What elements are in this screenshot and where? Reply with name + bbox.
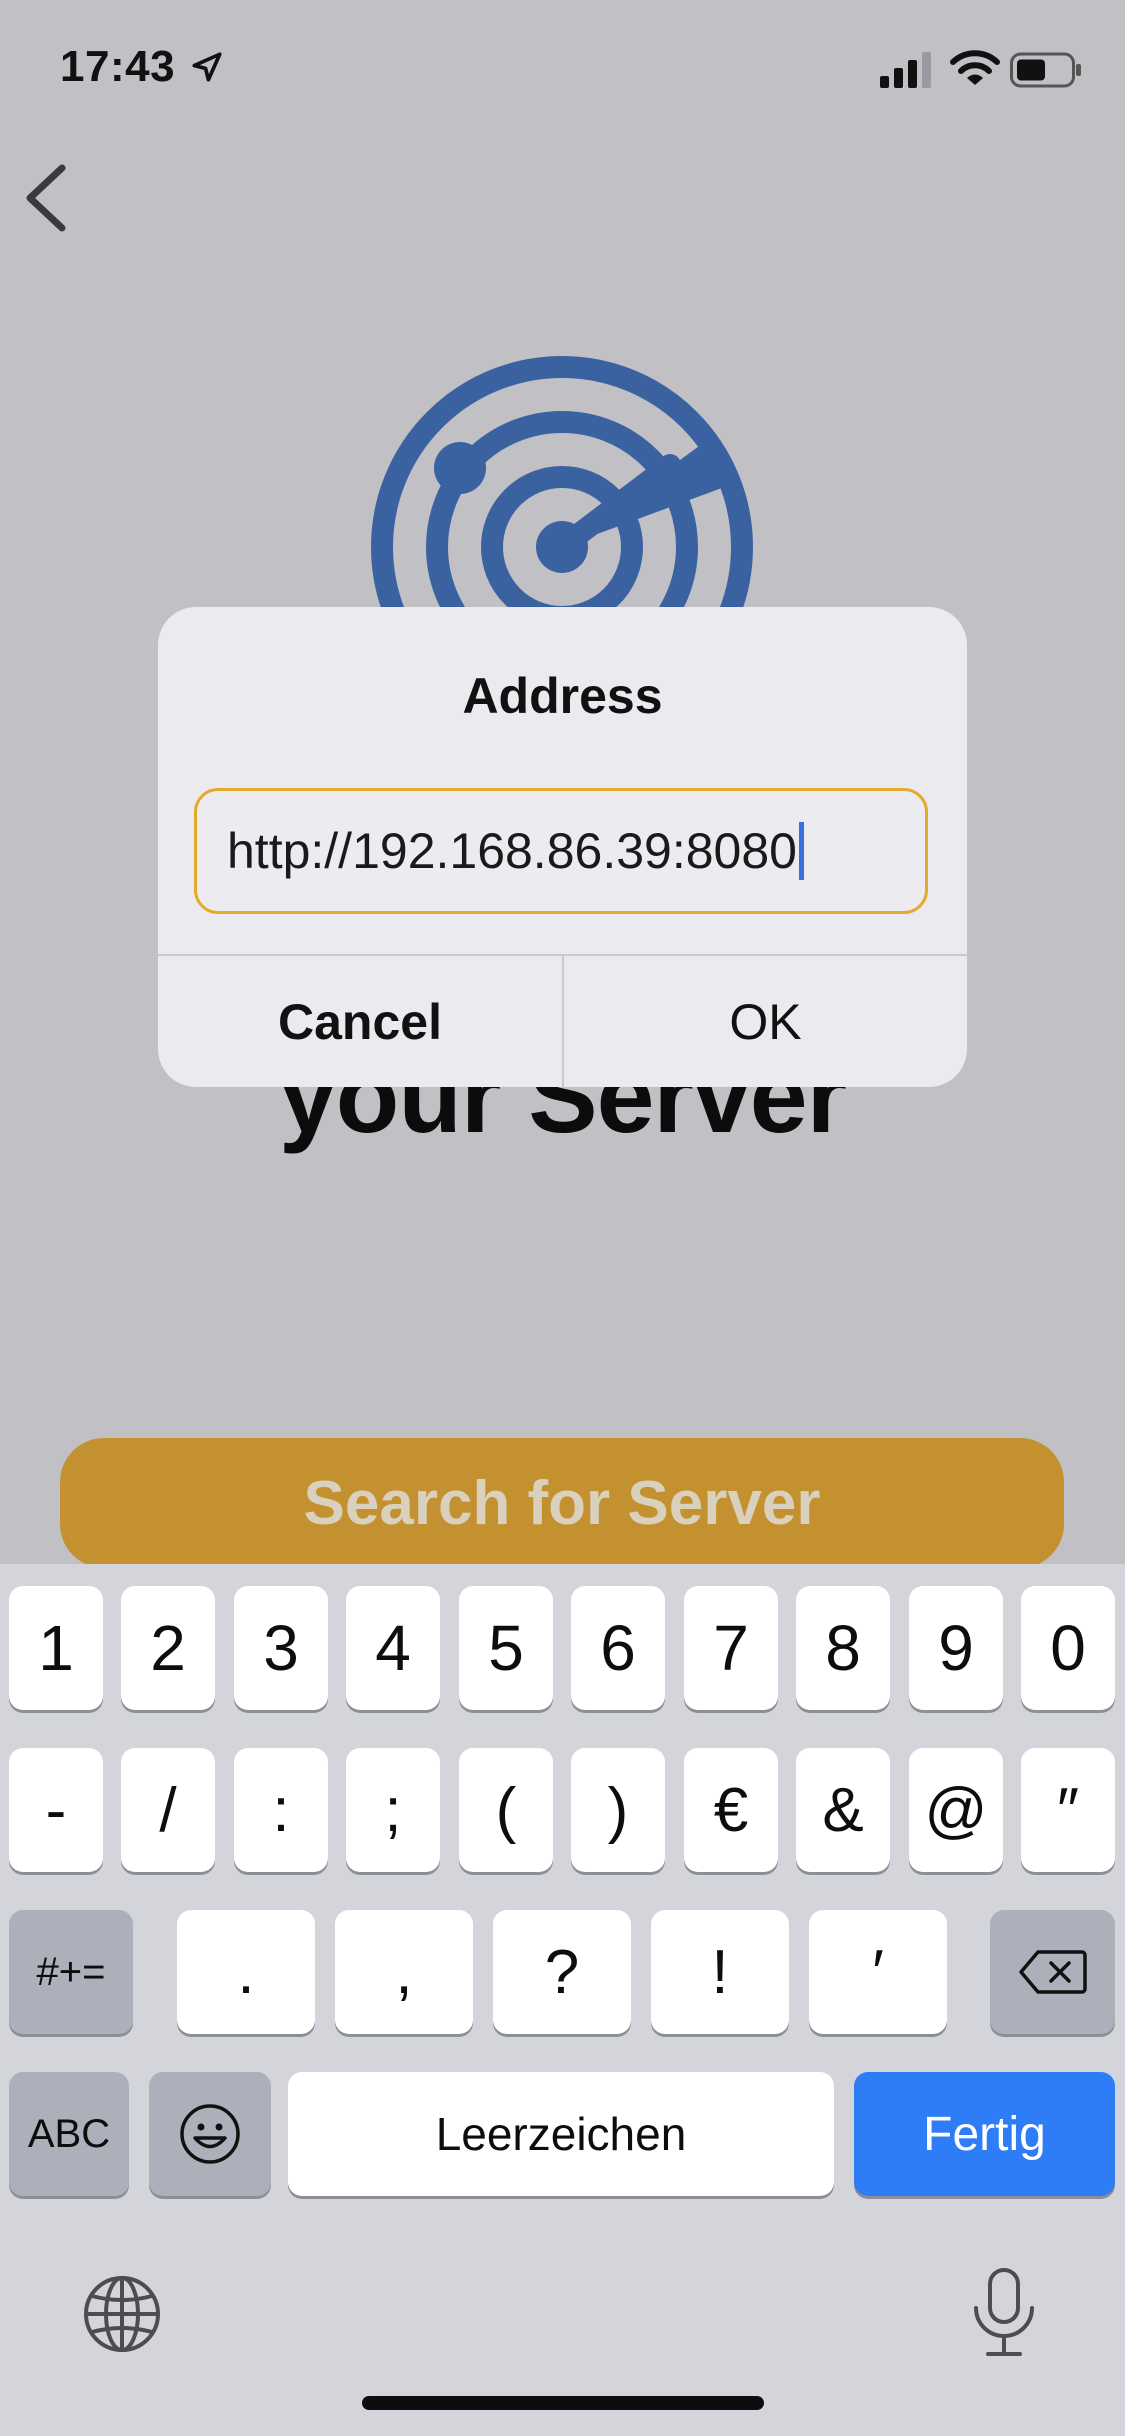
alert-title: Address: [462, 668, 663, 724]
status-time: 17:43: [60, 42, 176, 91]
key-apostrophe[interactable]: ′: [809, 1910, 947, 2034]
globe-icon[interactable]: [82, 2274, 162, 2354]
key-ampersand[interactable]: &: [796, 1748, 890, 1872]
key-exclamation[interactable]: !: [651, 1910, 789, 2034]
battery-icon: [1010, 52, 1081, 88]
key-close-paren[interactable]: ): [571, 1748, 665, 1872]
done-key[interactable]: Fertig: [854, 2072, 1115, 2196]
emoji-key[interactable]: [149, 2072, 271, 2196]
emoji-icon: [180, 2104, 240, 2164]
delete-icon: [1018, 1950, 1087, 1994]
key-0[interactable]: 0: [1021, 1586, 1115, 1710]
key-9[interactable]: 9: [909, 1586, 1003, 1710]
key-at[interactable]: @: [909, 1748, 1003, 1872]
keyboard: 1 2 3 4 5 6 7 8 9 0 - / : ; ( ) € & @ ″ …: [0, 1564, 1125, 2436]
key-colon[interactable]: :: [234, 1748, 328, 1872]
key-open-paren[interactable]: (: [459, 1748, 553, 1872]
search-for-server-button[interactable]: Search for Server: [60, 1438, 1064, 1568]
symbols-key[interactable]: #+=: [9, 1910, 133, 2034]
key-period[interactable]: .: [177, 1910, 315, 2034]
key-question[interactable]: ?: [493, 1910, 631, 2034]
home-indicator[interactable]: [362, 2396, 764, 2410]
key-6[interactable]: 6: [571, 1586, 665, 1710]
address-input[interactable]: http://192.168.86.39:8080: [194, 788, 928, 914]
address-alert: Address http://192.168.86.39:8080 Cancel…: [158, 607, 967, 1087]
microphone-icon[interactable]: [968, 2266, 1040, 2360]
key-euro[interactable]: €: [684, 1748, 778, 1872]
key-2[interactable]: 2: [121, 1586, 215, 1710]
location-arrow-icon: [192, 52, 222, 82]
address-input-value: http://192.168.86.39:8080: [227, 823, 797, 879]
delete-key[interactable]: [990, 1910, 1115, 2034]
key-double-quote[interactable]: ″: [1021, 1748, 1115, 1872]
text-caret: [798, 822, 804, 880]
space-key[interactable]: Leerzeichen: [288, 2072, 834, 2196]
ok-button[interactable]: OK: [564, 956, 967, 1087]
key-7[interactable]: 7: [684, 1586, 778, 1710]
key-8[interactable]: 8: [796, 1586, 890, 1710]
key-hyphen[interactable]: -: [9, 1748, 103, 1872]
key-1[interactable]: 1: [9, 1586, 103, 1710]
abc-key[interactable]: ABC: [9, 2072, 129, 2196]
key-semicolon[interactable]: ;: [346, 1748, 440, 1872]
wifi-icon: [950, 50, 1000, 85]
key-comma[interactable]: ,: [335, 1910, 473, 2034]
cancel-button[interactable]: Cancel: [158, 956, 562, 1087]
key-3[interactable]: 3: [234, 1586, 328, 1710]
key-slash[interactable]: /: [121, 1748, 215, 1872]
key-4[interactable]: 4: [346, 1586, 440, 1710]
key-5[interactable]: 5: [459, 1586, 553, 1710]
back-chevron-icon[interactable]: [20, 162, 76, 234]
cellular-signal-icon: [880, 52, 931, 88]
